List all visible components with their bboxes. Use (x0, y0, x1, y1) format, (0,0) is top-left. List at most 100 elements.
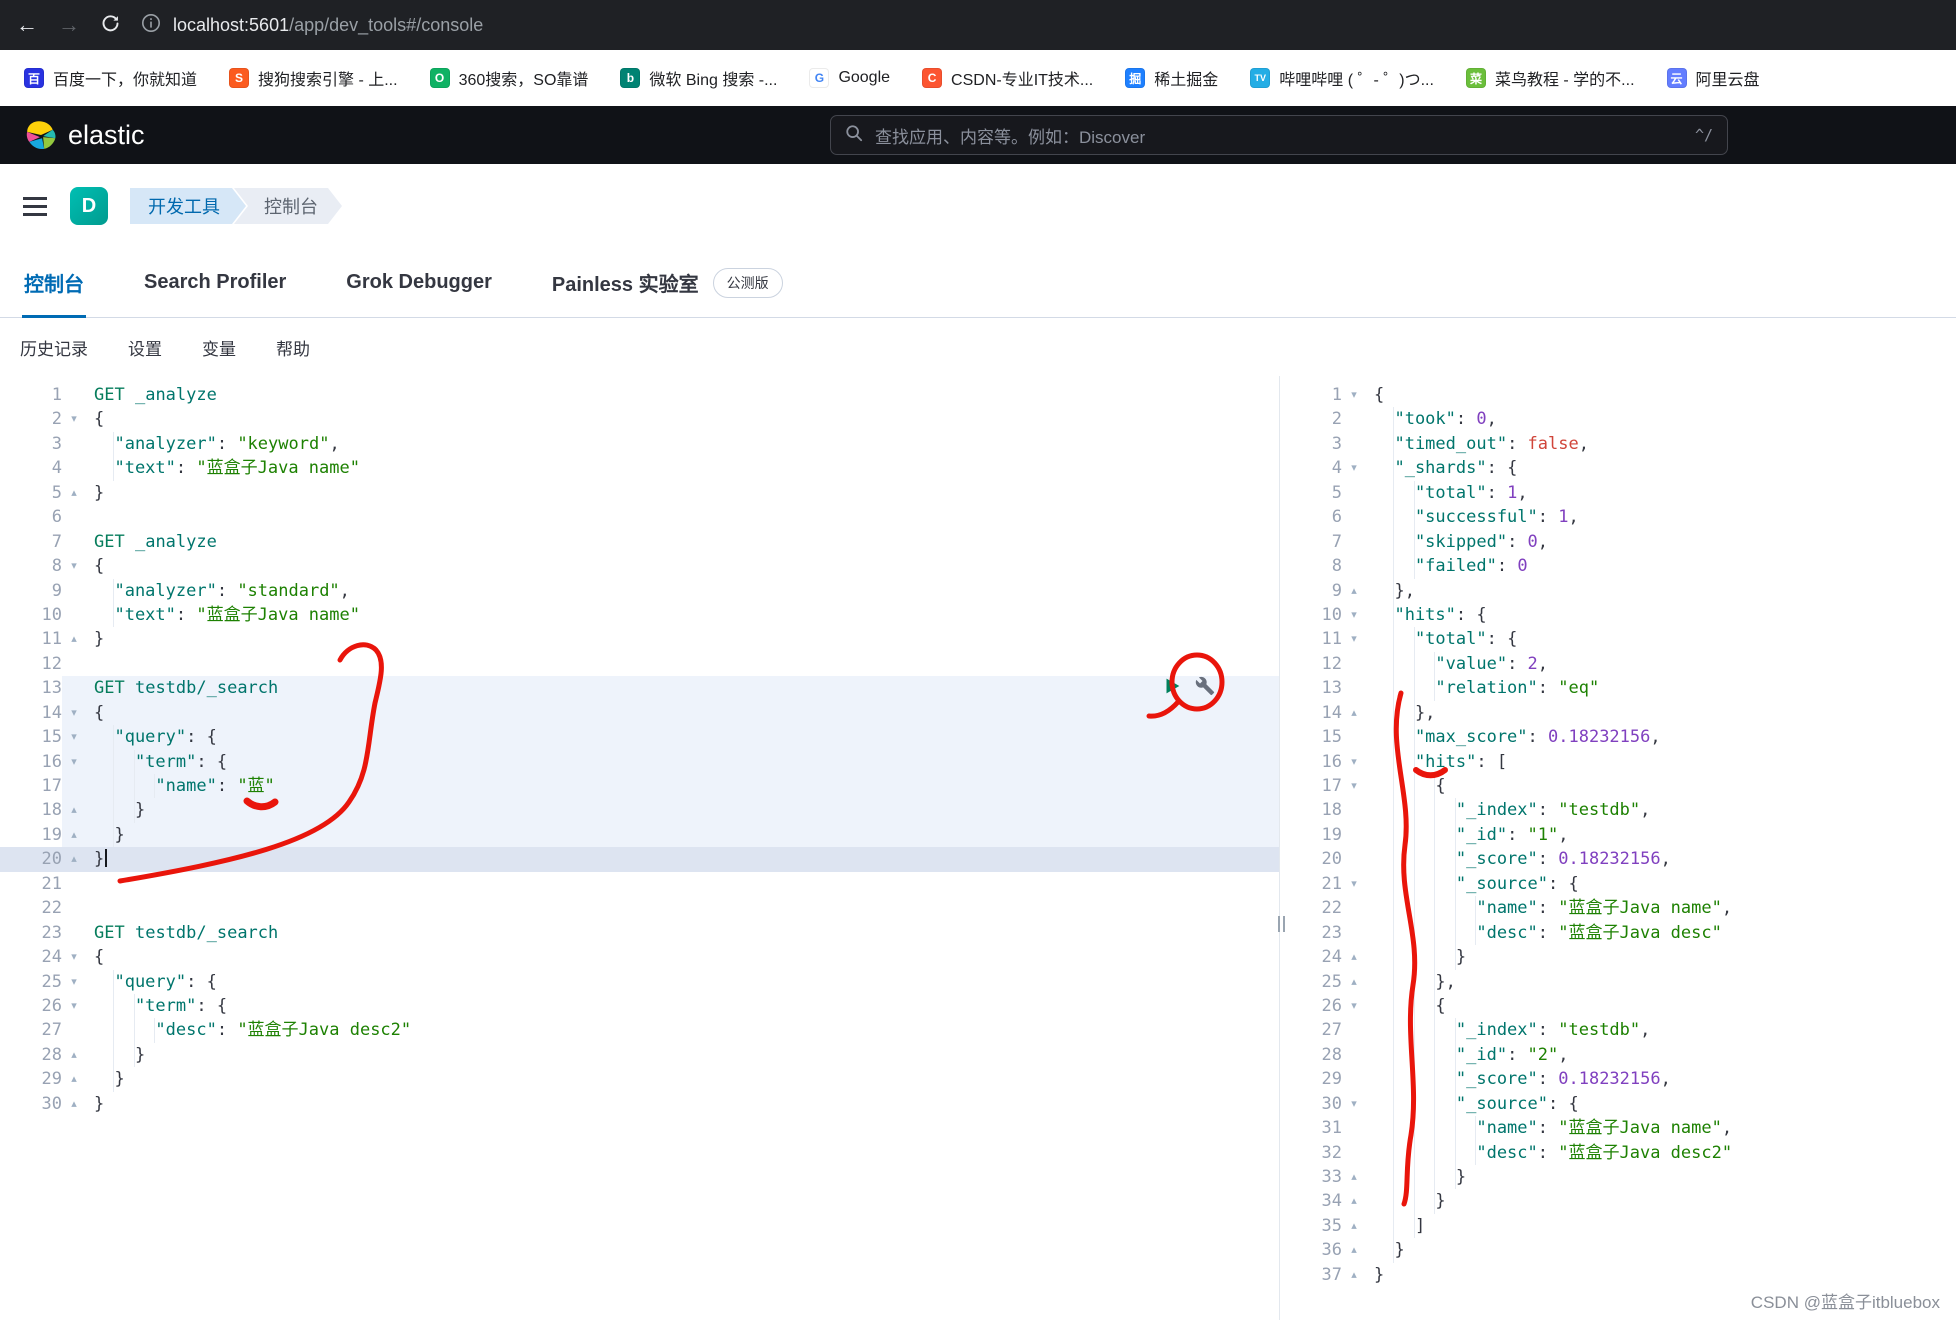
code-line[interactable]: 36 ▴} (1280, 1238, 1956, 1262)
code-line[interactable]: 14 ▴}, (1280, 701, 1956, 725)
code-line[interactable]: 10 "text": "蓝盒子Java name" (0, 603, 1279, 627)
bookmark-item[interactable]: S 搜狗搜索引擎 - 上... (229, 66, 398, 90)
code-line[interactable]: 28 ▴} (0, 1043, 1279, 1067)
forward-icon[interactable]: → (58, 14, 80, 36)
fold-toggle-icon[interactable]: ▴ (62, 847, 86, 871)
send-request-button[interactable] (1161, 675, 1183, 697)
code-line[interactable]: 2 ▾ { (0, 407, 1279, 431)
code-line[interactable]: 13 "relation": "eq" (1280, 676, 1956, 700)
tab-console[interactable]: 控制台 (16, 248, 92, 318)
code-line[interactable]: 25 ▴}, (1280, 970, 1956, 994)
fold-toggle-icon[interactable]: ▾ (62, 749, 86, 774)
code-line[interactable]: 5 "total": 1, (1280, 481, 1956, 505)
fold-toggle-icon[interactable]: ▾ (1342, 750, 1366, 774)
code-line[interactable]: 15 ▾ "query": { (0, 725, 1279, 750)
code-line[interactable]: 14 ▾{ (0, 700, 1279, 726)
code-line[interactable]: 3 "timed_out": false, (1280, 432, 1956, 456)
code-line[interactable]: 9 ▴}, (1280, 579, 1956, 603)
elastic-logo[interactable]: elastic (24, 118, 145, 152)
fold-toggle-icon[interactable]: ▾ (62, 994, 86, 1018)
menu-icon[interactable] (22, 193, 48, 219)
reload-icon[interactable] (100, 13, 121, 38)
code-line[interactable]: 32 "desc": "蓝盒子Java desc2" (1280, 1141, 1956, 1165)
code-line[interactable]: 20 "_score": 0.18232156, (1280, 847, 1956, 871)
code-line[interactable]: 8 ▾ { (0, 554, 1279, 578)
code-line[interactable]: 18 ▴} (0, 798, 1279, 823)
code-line[interactable]: 6 (0, 505, 1279, 529)
code-line[interactable]: 19 "_id": "1", (1280, 823, 1956, 847)
back-icon[interactable]: ← (16, 14, 38, 36)
site-info-icon[interactable] (141, 13, 161, 38)
fold-toggle-icon[interactable]: ▴ (1342, 1238, 1366, 1262)
code-line[interactable]: 16 ▾ "hits": [ (1280, 750, 1956, 774)
code-line[interactable]: 21 ▾ "_source": { (1280, 872, 1956, 896)
code-line[interactable]: 19 ▴} (0, 822, 1279, 848)
fold-toggle-icon[interactable]: ▴ (1342, 1189, 1366, 1213)
history-button[interactable]: 历史记录 (20, 335, 88, 360)
fold-toggle-icon[interactable]: ▴ (1342, 1263, 1366, 1287)
tab-painless-lab[interactable]: Painless 实验室 公测版 (544, 248, 791, 317)
fold-toggle-icon[interactable]: ▴ (62, 822, 86, 848)
code-line[interactable]: 20 ▴} (0, 847, 1279, 872)
code-line[interactable]: 4 "text": "蓝盒子Java name" (0, 456, 1279, 480)
code-line[interactable]: 27 "_index": "testdb", (1280, 1018, 1956, 1042)
fold-toggle-icon[interactable]: ▾ (1342, 774, 1366, 798)
pane-resize-handle[interactable] (1269, 910, 1289, 938)
fold-toggle-icon[interactable]: ▴ (1342, 945, 1366, 969)
bookmark-item[interactable]: 云阿里云盘 (1666, 66, 1760, 90)
fold-toggle-icon[interactable]: ▾ (1342, 872, 1366, 896)
code-line[interactable]: 23 "desc": "蓝盒子Java desc" (1280, 921, 1956, 945)
breadcrumb-dev-tools[interactable]: 开发工具 (130, 188, 246, 224)
fold-toggle-icon[interactable]: ▾ (62, 700, 86, 726)
bookmark-item[interactable]: G Google (809, 68, 890, 88)
fold-toggle-icon[interactable]: ▾ (62, 725, 86, 750)
settings-button[interactable]: 设置 (128, 335, 162, 360)
code-line[interactable]: 34 ▴} (1280, 1189, 1956, 1213)
fold-toggle-icon[interactable]: ▴ (1342, 970, 1366, 994)
code-line[interactable]: 12 (0, 652, 1279, 676)
code-line[interactable]: 23 GET testdb/_search (0, 921, 1279, 945)
fold-toggle-icon[interactable]: ▴ (1342, 1165, 1366, 1189)
bookmark-item[interactable]: TV 哔哩哔哩 ( ゜- ゜)つ... (1250, 66, 1434, 90)
code-line[interactable]: 27 "desc": "蓝盒子Java desc2" (0, 1018, 1279, 1042)
code-line[interactable]: 17 "name": "蓝" (0, 774, 1279, 799)
code-line[interactable]: 26 ▾{ (1280, 994, 1956, 1018)
fold-toggle-icon[interactable]: ▾ (1342, 994, 1366, 1018)
global-search-input[interactable]: 查找应用、内容等。例如：Discover ^/ (830, 115, 1728, 155)
tab-search-profiler[interactable]: Search Profiler (136, 248, 294, 317)
code-line[interactable]: 11 ▾ "total": { (1280, 627, 1956, 651)
space-avatar[interactable]: D (70, 187, 108, 225)
code-line[interactable]: 35 ▴] (1280, 1214, 1956, 1238)
code-line[interactable]: 30 ▾ "_source": { (1280, 1092, 1956, 1116)
code-line[interactable]: 1 GET _analyze (0, 383, 1279, 407)
fold-toggle-icon[interactable]: ▾ (62, 970, 86, 994)
code-line[interactable]: 4 ▾ "_shards": { (1280, 456, 1956, 480)
bookmark-item[interactable]: b 微软 Bing 搜索 -... (620, 66, 777, 90)
variables-button[interactable]: 变量 (202, 335, 236, 360)
fold-toggle-icon[interactable]: ▾ (62, 945, 86, 969)
code-line[interactable]: 5 ▴} (0, 481, 1279, 505)
fold-toggle-icon[interactable]: ▾ (1342, 627, 1366, 651)
code-line[interactable]: 7 "skipped": 0, (1280, 530, 1956, 554)
code-line[interactable]: 26 ▾ "term": { (0, 994, 1279, 1018)
code-line[interactable]: 16 ▾ "term": { (0, 749, 1279, 774)
tab-grok-debugger[interactable]: Grok Debugger (338, 248, 500, 317)
code-line[interactable]: 15 "max_score": 0.18232156, (1280, 725, 1956, 749)
code-line[interactable]: 11 ▴} (0, 627, 1279, 651)
url-bar[interactable]: localhost:5601/app/dev_tools#/console (141, 13, 483, 38)
code-line[interactable]: 2 "took": 0, (1280, 407, 1956, 431)
fold-toggle-icon[interactable]: ▴ (1342, 579, 1366, 603)
fold-toggle-icon[interactable]: ▴ (1342, 701, 1366, 725)
bookmark-item[interactable]: 百百度一下，你就知道 (24, 66, 197, 90)
code-line[interactable]: 22 "name": "蓝盒子Java name", (1280, 896, 1956, 920)
fold-toggle-icon[interactable]: ▴ (62, 627, 86, 651)
wrench-icon[interactable] (1195, 676, 1215, 696)
code-line[interactable]: 1 ▾ { (1280, 383, 1956, 407)
fold-toggle-icon[interactable]: ▴ (62, 1043, 86, 1067)
code-line[interactable]: 17 ▾{ (1280, 774, 1956, 798)
code-line[interactable]: 12 "value": 2, (1280, 652, 1956, 676)
code-line[interactable]: 28 "_id": "2", (1280, 1043, 1956, 1067)
code-line[interactable]: 6 "successful": 1, (1280, 505, 1956, 529)
request-editor[interactable]: 1 GET _analyze 2 ▾{3 "analyzer": "keyword", 4… (0, 376, 1279, 1320)
code-line[interactable]: 8 "failed": 0 (1280, 554, 1956, 578)
